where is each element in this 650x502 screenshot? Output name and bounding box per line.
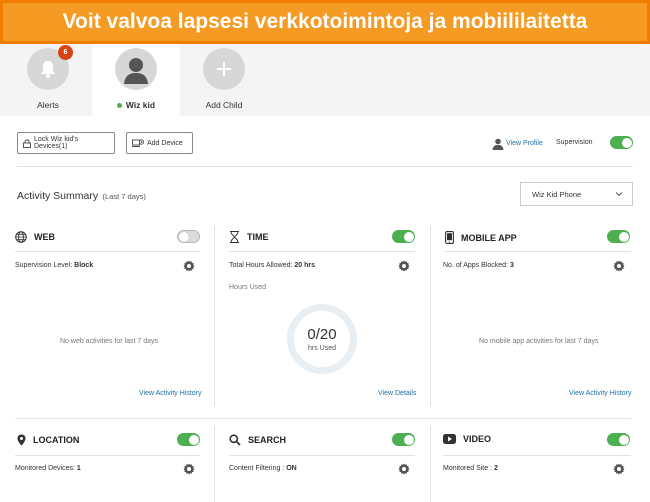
location-title: LOCATION (33, 435, 80, 445)
child-tabs: 6 Alerts Wiz kid Add Child (0, 44, 650, 116)
search-title: SEARCH (248, 435, 287, 445)
search-panel-title: SEARCH (229, 434, 286, 446)
video-title: VIDEO (463, 434, 492, 444)
location-panel-title: LOCATION (17, 434, 79, 446)
person-avatar-icon (124, 58, 148, 84)
device-select-value: Wiz Kid Phone (532, 189, 582, 199)
activity-summary-range: (Last 7 days) (102, 192, 146, 201)
web-panel-title: WEB (15, 231, 55, 243)
time-hours-allowed: Total Hours Allowed: 20 hrs (229, 262, 315, 269)
divider (445, 251, 631, 252)
gear-icon[interactable] (398, 259, 410, 277)
mobile-app-history-link[interactable]: View Activity History (569, 390, 632, 397)
time-panel-title: TIME (229, 231, 269, 243)
add-device-button[interactable]: Add Device (126, 132, 193, 154)
mobile-app-title: MOBILE APP (461, 232, 517, 243)
add-device-label: Add Device (147, 139, 183, 147)
time-toggle[interactable] (392, 230, 415, 243)
web-toggle[interactable] (177, 230, 200, 243)
tab-alerts-label: Alerts (37, 100, 59, 110)
hours-used-sub: hrs Used (307, 345, 336, 352)
time-title: TIME (247, 232, 269, 242)
apps-blocked: No. of Apps Blocked: 3 (443, 262, 514, 269)
column-divider (214, 426, 215, 502)
video-panel-title: VIDEO (443, 434, 491, 444)
mobile-app-panel-title: MOBILE APP (445, 231, 517, 244)
divider (17, 166, 633, 167)
child-avatar (115, 48, 157, 90)
gear-icon[interactable] (613, 462, 625, 480)
divider (15, 455, 200, 456)
alerts-avatar: 6 (27, 45, 73, 90)
location-pin-icon (17, 434, 26, 446)
device-select[interactable]: Wiz Kid Phone (520, 182, 633, 206)
hours-used-ring: 0/20 hrs Used (287, 304, 357, 374)
supervision-toggle[interactable] (610, 136, 633, 149)
activity-summary-heading: Activity Summary (Last 7 days) (17, 186, 146, 204)
lock-devices-label: Lock Wiz kid's Devices(1) (34, 136, 79, 150)
alerts-badge: 6 (58, 45, 73, 60)
tab-alerts[interactable]: 6 Alerts (4, 44, 92, 116)
tab-wiz-kid[interactable]: Wiz kid (92, 44, 180, 116)
web-history-link[interactable]: View Activity History (139, 390, 202, 397)
search-toggle[interactable] (392, 433, 415, 446)
video-toggle[interactable] (607, 433, 630, 446)
globe-icon (15, 231, 27, 243)
video-play-icon (443, 434, 456, 444)
chevron-down-icon (615, 192, 623, 197)
mobile-app-empty-text: No mobile app activities for last 7 days (479, 338, 599, 345)
tab-add-child[interactable]: Add Child (180, 44, 268, 116)
promo-banner: Voit valvoa lapsesi verkkotoimintoja ja … (0, 0, 650, 44)
view-profile-link[interactable]: View Profile (506, 140, 543, 147)
divider (443, 455, 631, 456)
child-name: Wiz kid (125, 100, 156, 110)
web-title: WEB (34, 232, 55, 242)
location-toggle[interactable] (177, 433, 200, 446)
add-child-circle (203, 48, 245, 90)
activity-summary-title: Activity Summary (17, 190, 99, 202)
profile-icon (492, 137, 504, 155)
gear-icon[interactable] (183, 259, 195, 277)
divider (15, 251, 200, 252)
bell-icon (41, 61, 55, 78)
web-empty-text: No web activities for last 7 days (60, 338, 159, 345)
search-icon (229, 434, 241, 446)
online-status-dot (116, 102, 122, 108)
mobile-app-toggle[interactable] (607, 230, 630, 243)
plus-icon (217, 62, 231, 76)
column-divider (430, 226, 431, 406)
divider (15, 418, 631, 419)
banner-text: Voit valvoa lapsesi verkkotoimintoja ja … (62, 10, 588, 33)
monitored-sites: Monitored Site : 2 (443, 465, 498, 472)
tab-add-child-label: Add Child (205, 100, 243, 110)
lock-devices-button[interactable]: Lock Wiz kid's Devices(1) (17, 132, 115, 154)
content-filtering: Content Filtering : ON (229, 465, 297, 472)
divider (229, 455, 415, 456)
supervision-label: Supervision (556, 139, 593, 146)
hours-used-value: 0/20 (307, 326, 337, 343)
gear-icon[interactable] (183, 462, 195, 480)
hourglass-icon (229, 231, 240, 243)
hours-used-label: Hours Used (229, 284, 266, 291)
tab-child-label: Wiz kid (116, 100, 156, 110)
monitored-devices: Monitored Devices: 1 (15, 465, 81, 472)
add-device-icon (132, 138, 144, 148)
gear-icon[interactable] (613, 259, 625, 277)
web-supervision-level: Supervision Level: Block (15, 262, 94, 269)
column-divider (214, 226, 215, 406)
divider (229, 251, 415, 252)
gear-icon[interactable] (398, 462, 410, 480)
time-details-link[interactable]: View Details (378, 390, 416, 397)
mobile-phone-icon (445, 231, 454, 244)
lock-icon (23, 139, 31, 148)
column-divider (430, 426, 431, 502)
